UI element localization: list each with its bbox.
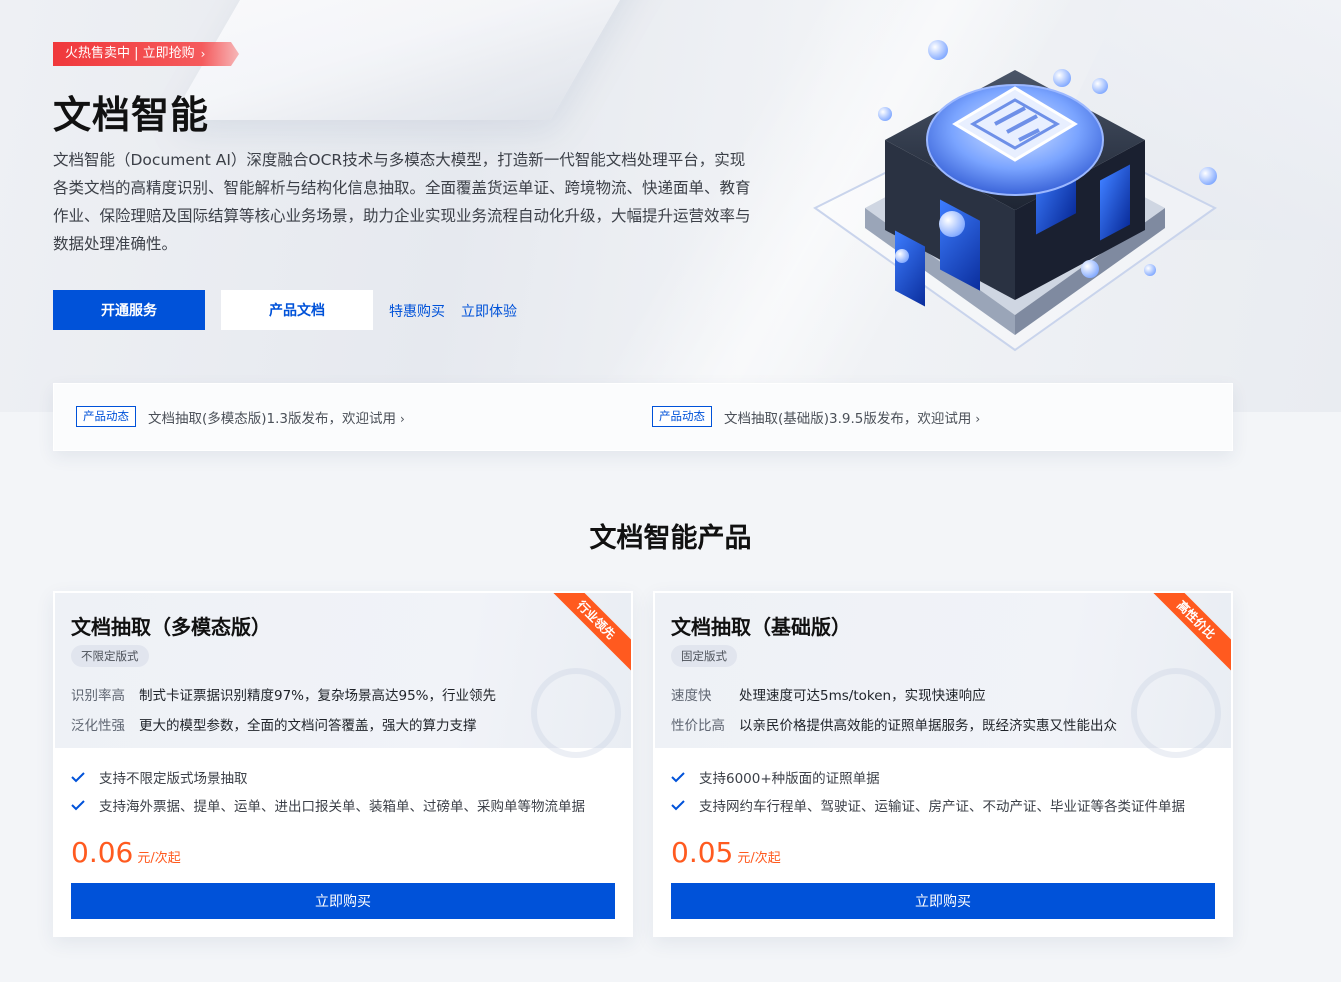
feature-value: 以亲民价格提供高效能的证照单据服务，既经济实惠又性能出众 <box>739 718 1117 734</box>
hero-description: 文档智能（Document AI）深度融合OCR技术与多模态大模型，打造新一代智… <box>53 151 751 253</box>
watermark-icon <box>531 668 621 758</box>
check-text: 支持海外票据、提单、运单、进出口报关单、装箱单、过磅单、采购单等物流单据 <box>99 799 585 815</box>
card-badge: 固定版式 <box>671 645 737 667</box>
section-title: 文档智能产品 <box>589 523 752 554</box>
card-badge: 不限定版式 <box>71 645 149 667</box>
open-service-button[interactable]: 开通服务 <box>53 290 205 330</box>
card-title: 文档抽取（多模态版） <box>71 615 271 639</box>
news-item[interactable]: 产品动态 文档抽取(基础版)3.9.5版发布，欢迎试用 › <box>652 406 980 427</box>
check-icon <box>71 797 99 813</box>
buy-button[interactable]: 立即购买 <box>71 883 615 919</box>
chevron-right-icon: › <box>400 411 405 426</box>
price: 0.05 元/次起 <box>671 836 781 869</box>
news-text-label: 文档抽取(多模态版)1.3版发布，欢迎试用 <box>148 410 397 427</box>
feature-key: 性价比高 <box>671 718 725 734</box>
promo-tag[interactable]: 火热售卖中 | 立即抢购 › <box>53 42 239 66</box>
hero-decoration <box>170 0 690 120</box>
news-tag: 产品动态 <box>76 406 136 427</box>
price-unit: 元/次起 <box>137 851 181 866</box>
product-card: 行业领先 文档抽取（多模态版） 不限定版式 识别率高 制式卡证票据识别精度97%… <box>53 591 633 937</box>
ribbon-label: 高性价比 <box>1153 593 1231 671</box>
check-text: 支持不限定版式场景抽取 <box>99 771 248 787</box>
price-value: 0.06 <box>71 836 134 869</box>
feature-key: 速度快 <box>671 688 712 704</box>
chevron-right-icon: › <box>975 411 981 426</box>
feature-value: 制式卡证票据识别精度97%，复杂场景高达95%，行业领先 <box>139 688 497 704</box>
ribbon: 高性价比 <box>1153 593 1231 671</box>
feature-row: 速度快 处理速度可达5ms/token，实现快速响应 <box>671 684 986 704</box>
promo-label: 火热售卖中 | 立即抢购 <box>65 46 195 61</box>
document-ai-illustration-icon <box>813 40 1217 352</box>
product-card: 高性价比 文档抽取（基础版） 固定版式 速度快 处理速度可达5ms/token，… <box>653 591 1233 937</box>
watermark-icon <box>1131 668 1221 758</box>
check-icon <box>671 797 699 813</box>
ribbon: 行业领先 <box>553 593 631 671</box>
page-title: 文档智能 <box>53 93 210 137</box>
feature-value: 处理速度可达5ms/token，实现快速响应 <box>739 688 986 704</box>
feature-key: 识别率高 <box>71 688 125 704</box>
try-now-link[interactable]: 立即体验 <box>461 301 517 321</box>
check-item: 支持不限定版式场景抽取 <box>71 767 248 787</box>
check-text: 支持6000+种版面的证照单据 <box>699 771 880 787</box>
price-value: 0.05 <box>671 836 734 869</box>
feature-row: 识别率高 制式卡证票据识别精度97%，复杂场景高达95%，行业领先 <box>71 684 496 704</box>
feature-value: 更大的模型参数，全面的文档问答覆盖，强大的算力支撑 <box>139 718 477 734</box>
product-docs-button[interactable]: 产品文档 <box>221 290 373 330</box>
buy-button[interactable]: 立即购买 <box>671 883 1215 919</box>
news-bar: 产品动态 文档抽取(多模态版)1.3版发布，欢迎试用 › 产品动态 文档抽取(基础… <box>53 383 1233 451</box>
feature-row: 性价比高 以亲民价格提供高效能的证照单据服务，既经济实惠又性能出众 <box>671 714 1117 734</box>
check-item: 支持海外票据、提单、运单、进出口报关单、装箱单、过磅单、采购单等物流单据 <box>71 795 585 815</box>
check-icon <box>71 769 99 785</box>
check-icon <box>671 769 699 785</box>
price: 0.06 元/次起 <box>71 836 181 869</box>
news-text-label: 文档抽取(基础版)3.9.5版发布，欢迎试用 <box>724 410 972 427</box>
card-title: 文档抽取（基础版） <box>671 615 851 639</box>
news-text: 文档抽取(基础版)3.9.5版发布，欢迎试用 › <box>724 407 980 427</box>
news-item[interactable]: 产品动态 文档抽取(多模态版)1.3版发布，欢迎试用 › <box>76 406 405 427</box>
news-text: 文档抽取(多模态版)1.3版发布，欢迎试用 › <box>148 407 405 427</box>
news-tag: 产品动态 <box>652 406 712 427</box>
ribbon-label: 行业领先 <box>553 593 631 671</box>
discount-purchase-link[interactable]: 特惠购买 <box>389 301 445 321</box>
check-text: 支持网约车行程单、驾驶证、运输证、房产证、不动产证、毕业证等各类证件单据 <box>699 799 1185 815</box>
chevron-right-icon: › <box>200 47 206 61</box>
check-item: 支持网约车行程单、驾驶证、运输证、房产证、不动产证、毕业证等各类证件单据 <box>671 795 1185 815</box>
feature-key: 泛化性强 <box>71 718 125 734</box>
check-item: 支持6000+种版面的证照单据 <box>671 767 880 787</box>
price-unit: 元/次起 <box>737 851 781 866</box>
feature-row: 泛化性强 更大的模型参数，全面的文档问答覆盖，强大的算力支撑 <box>71 714 477 734</box>
